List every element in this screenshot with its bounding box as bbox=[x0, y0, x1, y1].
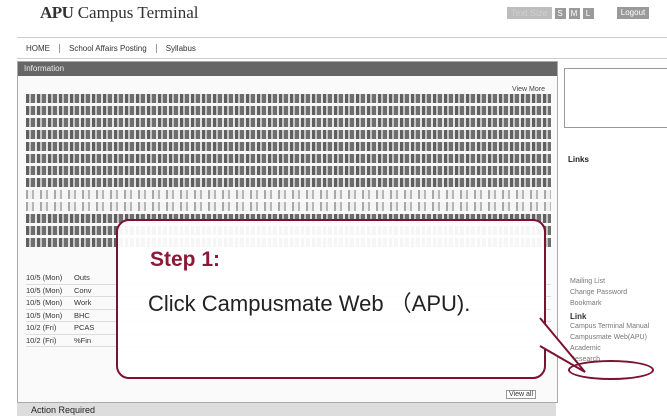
link-campus-terminal-manual[interactable]: Campus Terminal Manual bbox=[570, 323, 667, 331]
notice-row[interactable] bbox=[26, 154, 551, 163]
notice-row[interactable] bbox=[26, 106, 551, 115]
notice-row[interactable] bbox=[26, 178, 551, 187]
step-label: Step 1: bbox=[150, 248, 221, 271]
link-mailing-list[interactable]: Mailing List bbox=[570, 278, 667, 286]
links-panel: Links bbox=[564, 153, 667, 166]
logo-mark: APU bbox=[40, 3, 74, 22]
link-section-header: Link bbox=[570, 312, 587, 321]
instruction-text: Click Campusmate Web （APU). bbox=[148, 291, 471, 316]
link-campusmate-web[interactable]: Campusmate Web(APU) bbox=[570, 334, 667, 342]
nav-school-affairs-posting[interactable]: School Affairs Posting bbox=[60, 43, 157, 53]
panel-title: Information bbox=[18, 62, 557, 76]
notice-row[interactable] bbox=[26, 202, 551, 211]
highlight-oval bbox=[568, 360, 654, 380]
text-size-large-button[interactable]: L bbox=[582, 7, 594, 19]
nav-home[interactable]: HOME bbox=[17, 43, 60, 53]
notice-row[interactable] bbox=[26, 190, 551, 199]
text-size-label: Text Size bbox=[507, 7, 552, 19]
notice-row[interactable] bbox=[26, 94, 551, 103]
view-more-link[interactable]: View More bbox=[512, 86, 545, 93]
top-nav: HOME School Affairs Posting Syllabus bbox=[17, 37, 667, 59]
action-required-bar[interactable]: Action Required bbox=[17, 402, 556, 416]
text-size-medium-button[interactable]: M bbox=[568, 7, 580, 19]
links-header: Links bbox=[568, 155, 589, 164]
app-logo: APU Campus Terminal bbox=[40, 3, 199, 23]
notice-row[interactable] bbox=[26, 118, 551, 127]
view-all-button[interactable]: View all bbox=[506, 390, 536, 399]
link-bookmark[interactable]: Bookmark bbox=[570, 300, 667, 308]
logo-text: Campus Terminal bbox=[77, 3, 199, 22]
text-size-control: Text Size S M L bbox=[507, 7, 594, 19]
notice-row[interactable] bbox=[26, 166, 551, 175]
notice-row[interactable] bbox=[26, 142, 551, 151]
schedule-box bbox=[564, 68, 667, 128]
notice-row[interactable] bbox=[26, 130, 551, 139]
link-academic[interactable]: Academic bbox=[570, 345, 667, 353]
logout-button[interactable]: Logout bbox=[617, 7, 649, 19]
external-links: Mailing List Change Password Bookmark Li… bbox=[570, 278, 667, 367]
tutorial-callout: Step 1: Click Campusmate Web （APU). bbox=[116, 219, 546, 379]
text-size-small-button[interactable]: S bbox=[554, 7, 566, 19]
nav-syllabus[interactable]: Syllabus bbox=[157, 44, 205, 53]
link-change-password[interactable]: Change Password bbox=[570, 289, 667, 297]
